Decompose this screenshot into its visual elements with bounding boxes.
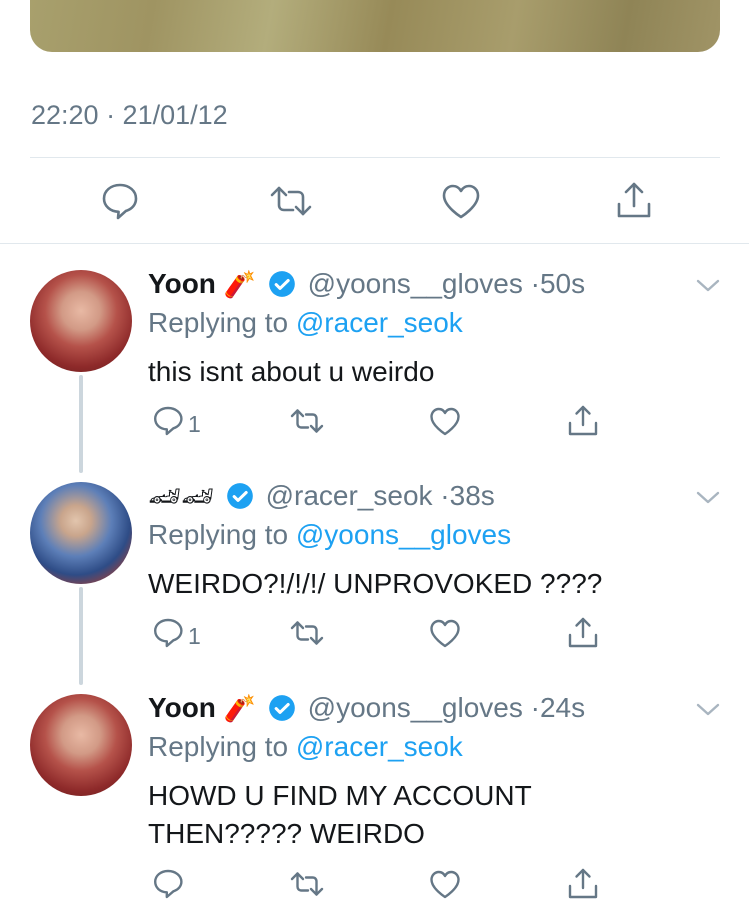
tweet-header: Yoon 🧨 @yoons__gloves ·24s bbox=[148, 691, 585, 725]
tweet-text: this isnt about u weirdo bbox=[148, 356, 435, 387]
verified-badge-icon bbox=[269, 271, 295, 297]
avatar[interactable] bbox=[30, 694, 132, 796]
reply-icon[interactable] bbox=[97, 178, 143, 224]
chevron-down-icon[interactable] bbox=[695, 485, 721, 511]
replying-to-label: Replying to bbox=[148, 731, 296, 762]
retweet-icon[interactable] bbox=[289, 403, 329, 443]
tweet-text: WEIRDO?!/!/!/ UNPROVOKED ???? bbox=[148, 568, 603, 599]
share-icon[interactable] bbox=[565, 403, 605, 443]
chevron-down-icon[interactable] bbox=[695, 273, 721, 299]
divider bbox=[0, 243, 749, 244]
reply-icon[interactable] bbox=[150, 403, 190, 443]
avatar[interactable] bbox=[30, 270, 132, 372]
reply-count: 1 bbox=[188, 411, 201, 437]
retweet-icon[interactable] bbox=[289, 615, 329, 655]
name-emoji: 🧨 bbox=[223, 269, 257, 299]
name-emoji: 🧨 bbox=[223, 693, 257, 723]
reply-icon[interactable] bbox=[150, 866, 190, 906]
thread-line bbox=[79, 587, 83, 685]
tweet-text-line: THEN????? WEIRDO bbox=[148, 818, 425, 849]
tweet-time: 24s bbox=[539, 692, 586, 723]
user-handle[interactable]: @yoons__gloves bbox=[308, 692, 523, 723]
retweet-icon[interactable] bbox=[268, 178, 314, 224]
tweet-text: HOWD U FIND MY ACCOUNT THEN????? WEIRDO bbox=[148, 777, 708, 853]
reply-icon[interactable] bbox=[150, 615, 190, 655]
share-icon[interactable] bbox=[565, 615, 605, 655]
tweet-time: 38s bbox=[449, 480, 495, 511]
like-icon[interactable] bbox=[438, 178, 484, 224]
tweet-header: 🏎🏎 @racer_seok ·38s bbox=[148, 479, 495, 513]
tweet-time: 50s bbox=[539, 268, 586, 299]
verified-badge-icon bbox=[269, 695, 295, 721]
separator: · bbox=[530, 692, 540, 723]
tweet-media-image[interactable] bbox=[30, 0, 720, 52]
user-handle[interactable]: @yoons__gloves bbox=[308, 268, 523, 299]
chevron-down-icon[interactable] bbox=[695, 697, 721, 723]
mention-link[interactable]: @yoons__gloves bbox=[296, 519, 511, 550]
reply-count: 1 bbox=[188, 623, 201, 649]
like-icon[interactable] bbox=[427, 403, 467, 443]
tweet-text-line: HOWD U FIND MY ACCOUNT bbox=[148, 780, 532, 811]
like-icon[interactable] bbox=[427, 615, 467, 655]
thread-line bbox=[79, 375, 83, 473]
replying-to: Replying to @racer_seok bbox=[148, 307, 463, 339]
replying-to-label: Replying to bbox=[148, 519, 296, 550]
replying-to-label: Replying to bbox=[148, 307, 296, 338]
name-emoji[interactable]: 🏎🏎 bbox=[148, 481, 214, 511]
mention-link[interactable]: @racer_seok bbox=[296, 307, 463, 338]
main-tweet-actions bbox=[0, 178, 749, 224]
avatar[interactable] bbox=[30, 482, 132, 584]
like-icon[interactable] bbox=[427, 866, 467, 906]
display-name[interactable]: Yoon bbox=[148, 268, 216, 299]
replying-to: Replying to @racer_seok bbox=[148, 731, 463, 763]
display-name[interactable]: Yoon bbox=[148, 692, 216, 723]
user-handle[interactable]: @racer_seok bbox=[266, 480, 433, 511]
replying-to: Replying to @yoons__gloves bbox=[148, 519, 511, 551]
mention-link[interactable]: @racer_seok bbox=[296, 731, 463, 762]
retweet-icon[interactable] bbox=[289, 866, 329, 906]
tweet-header: Yoon 🧨 @yoons__gloves ·50s bbox=[148, 267, 585, 301]
share-icon[interactable] bbox=[565, 866, 605, 906]
share-icon[interactable] bbox=[611, 178, 657, 224]
separator: · bbox=[440, 480, 450, 511]
divider bbox=[30, 157, 720, 158]
verified-badge-icon bbox=[226, 483, 253, 509]
tweet-timestamp: 22:20 · 21/01/12 bbox=[31, 100, 228, 130]
separator: · bbox=[530, 268, 540, 299]
